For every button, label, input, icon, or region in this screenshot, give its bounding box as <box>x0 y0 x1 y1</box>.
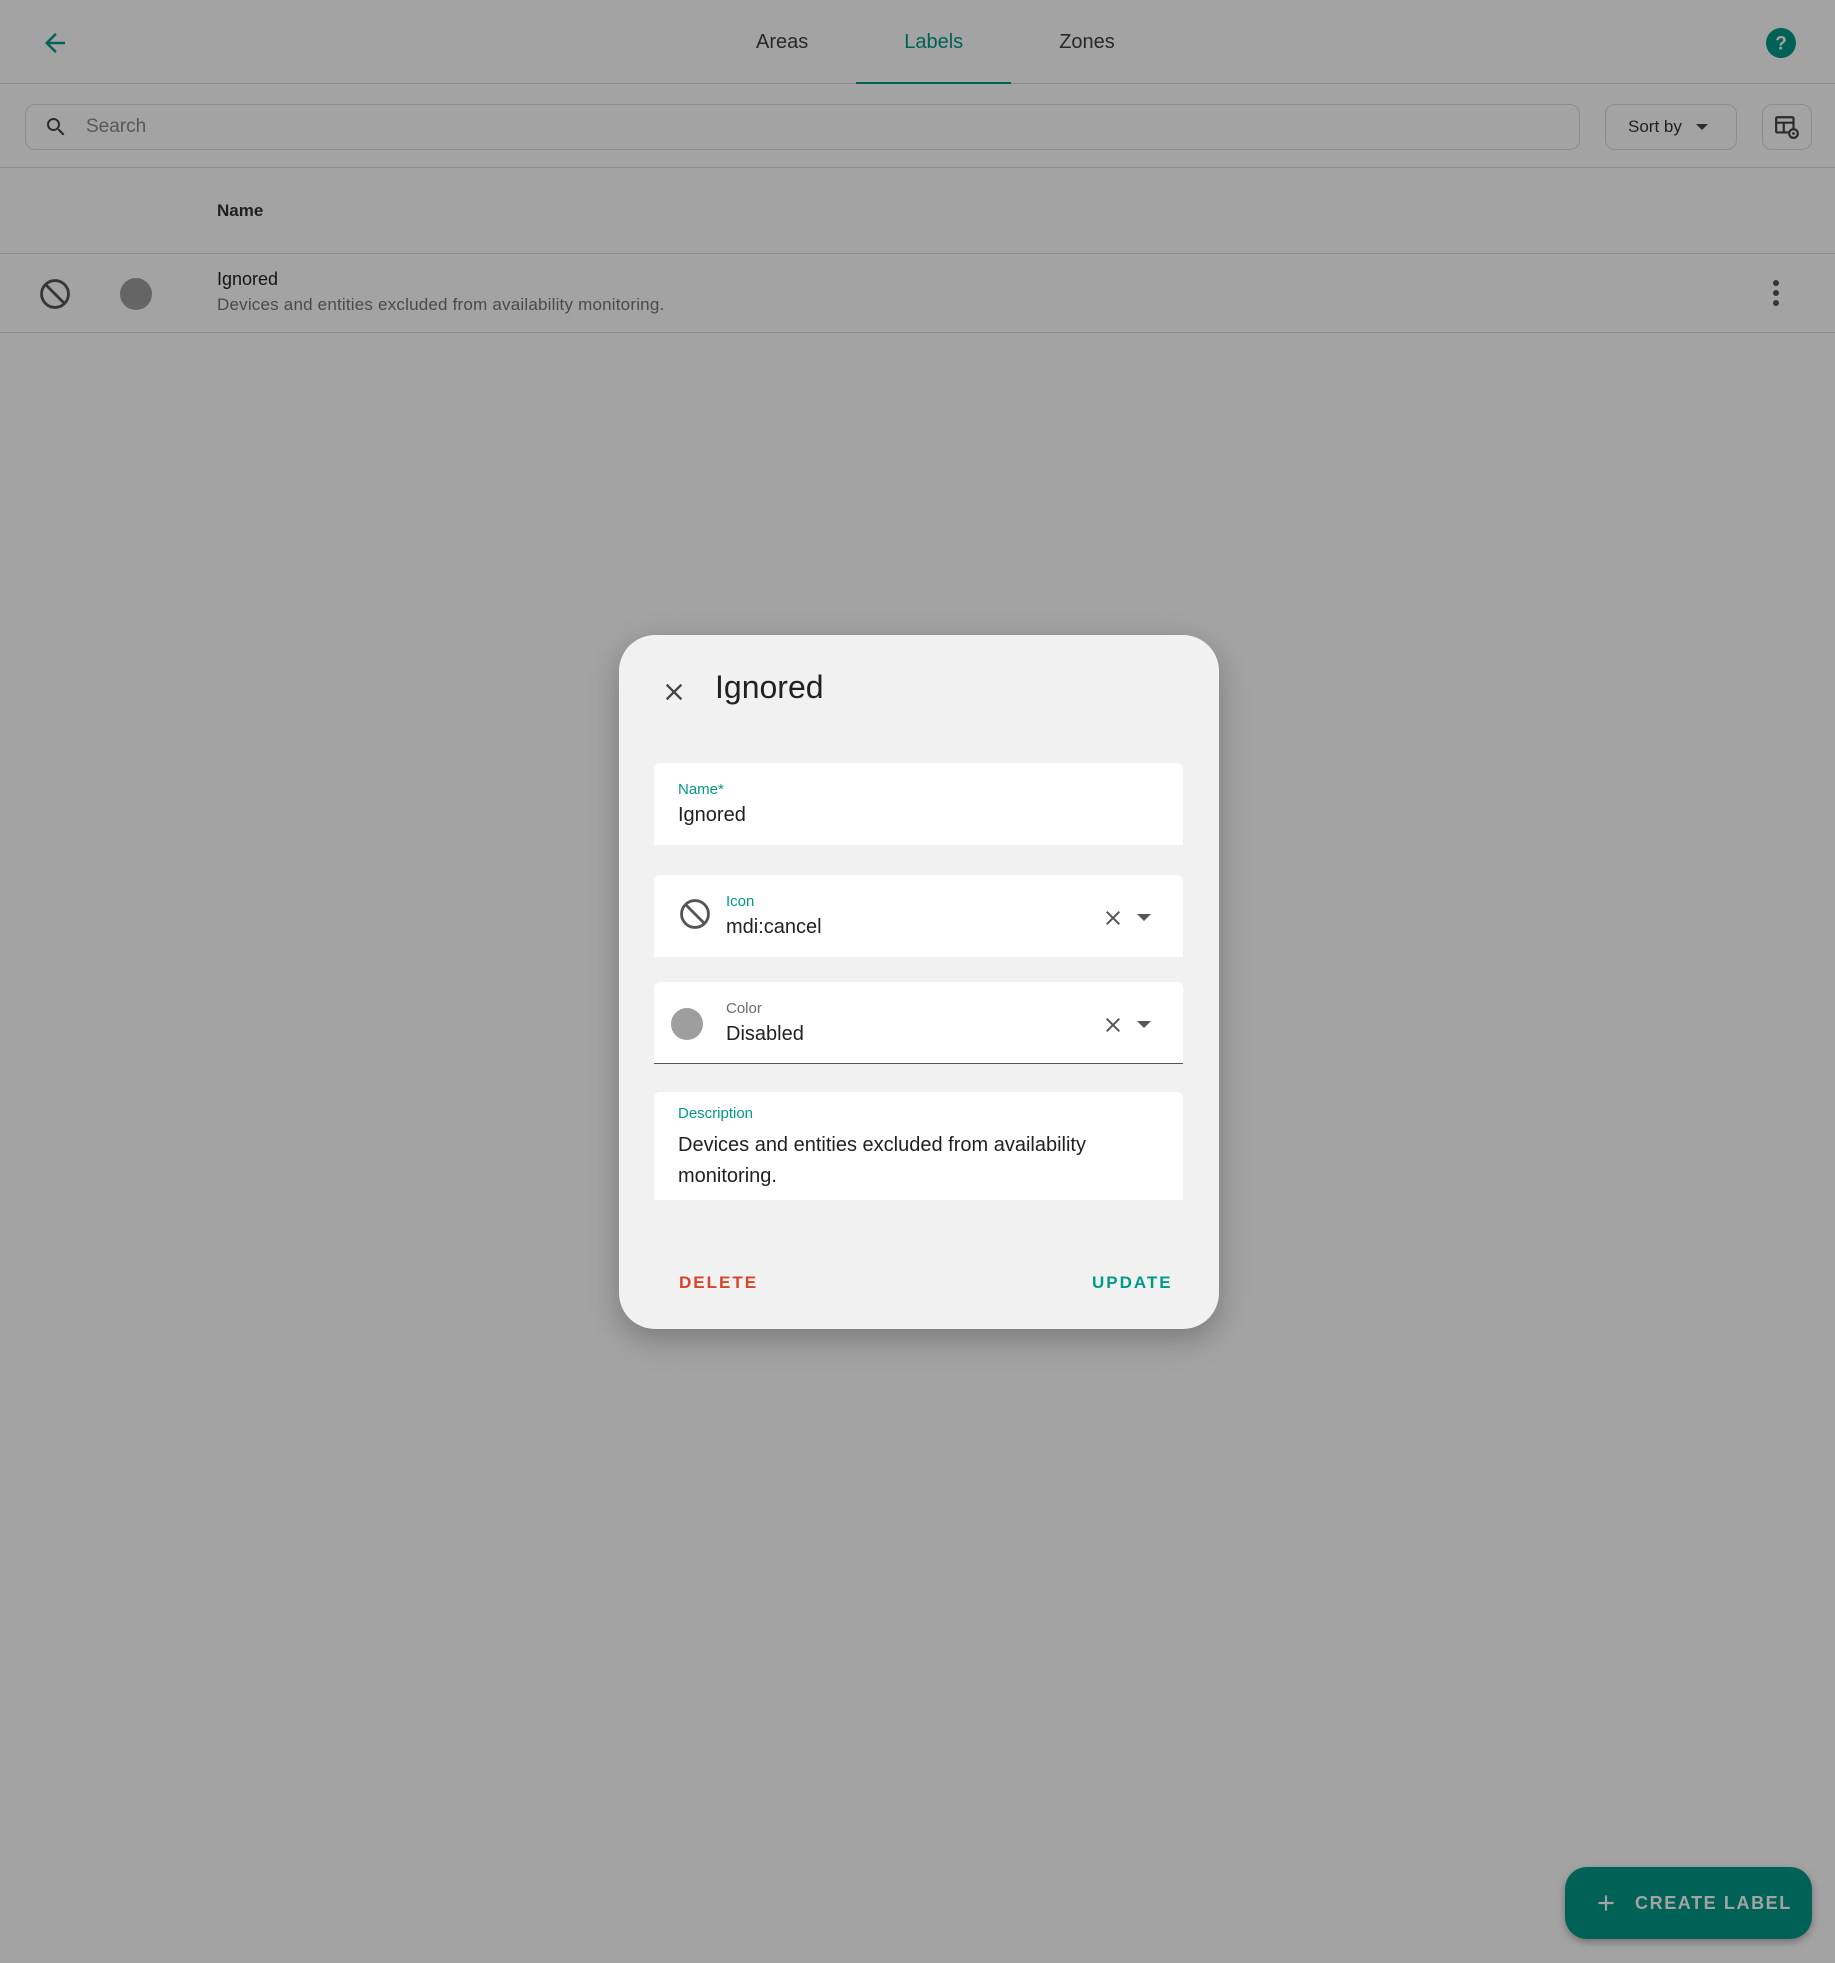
name-field-value: Ignored <box>678 804 746 826</box>
close-dialog-button[interactable] <box>655 673 693 711</box>
close-icon <box>665 683 683 701</box>
dialog-title: Ignored <box>715 669 824 705</box>
chevron-down-icon[interactable] <box>1137 914 1151 921</box>
delete-button[interactable]: DELETE <box>679 1273 758 1293</box>
color-field-value: Disabled <box>726 1023 804 1045</box>
color-picker-field[interactable]: Color Disabled <box>654 982 1183 1064</box>
description-field-label: Description <box>678 1105 754 1122</box>
update-button[interactable]: UPDATE <box>1092 1273 1173 1293</box>
close-icon <box>1106 1018 1120 1032</box>
label-detail-dialog: Ignored Name* Ignored Icon mdi:cancel Co… <box>619 635 1219 1329</box>
color-field-label: Color <box>726 1000 762 1017</box>
clear-icon-button[interactable] <box>1100 905 1126 931</box>
name-field-label: Name* <box>678 781 724 798</box>
icon-field-label: Icon <box>726 893 755 910</box>
cancel-icon <box>680 899 710 929</box>
icon-field-value: mdi:cancel <box>726 916 822 938</box>
clear-color-button[interactable] <box>1100 1012 1126 1038</box>
description-field[interactable]: Description Devices and entities exclude… <box>654 1092 1183 1200</box>
icon-picker-field[interactable]: Icon mdi:cancel <box>654 875 1183 957</box>
name-field[interactable]: Name* Ignored <box>654 763 1183 845</box>
description-field-value: Devices and entities excluded from avail… <box>678 1134 1086 1187</box>
chevron-down-icon[interactable] <box>1137 1021 1151 1028</box>
color-swatch <box>671 1008 703 1040</box>
close-icon <box>1106 911 1120 925</box>
